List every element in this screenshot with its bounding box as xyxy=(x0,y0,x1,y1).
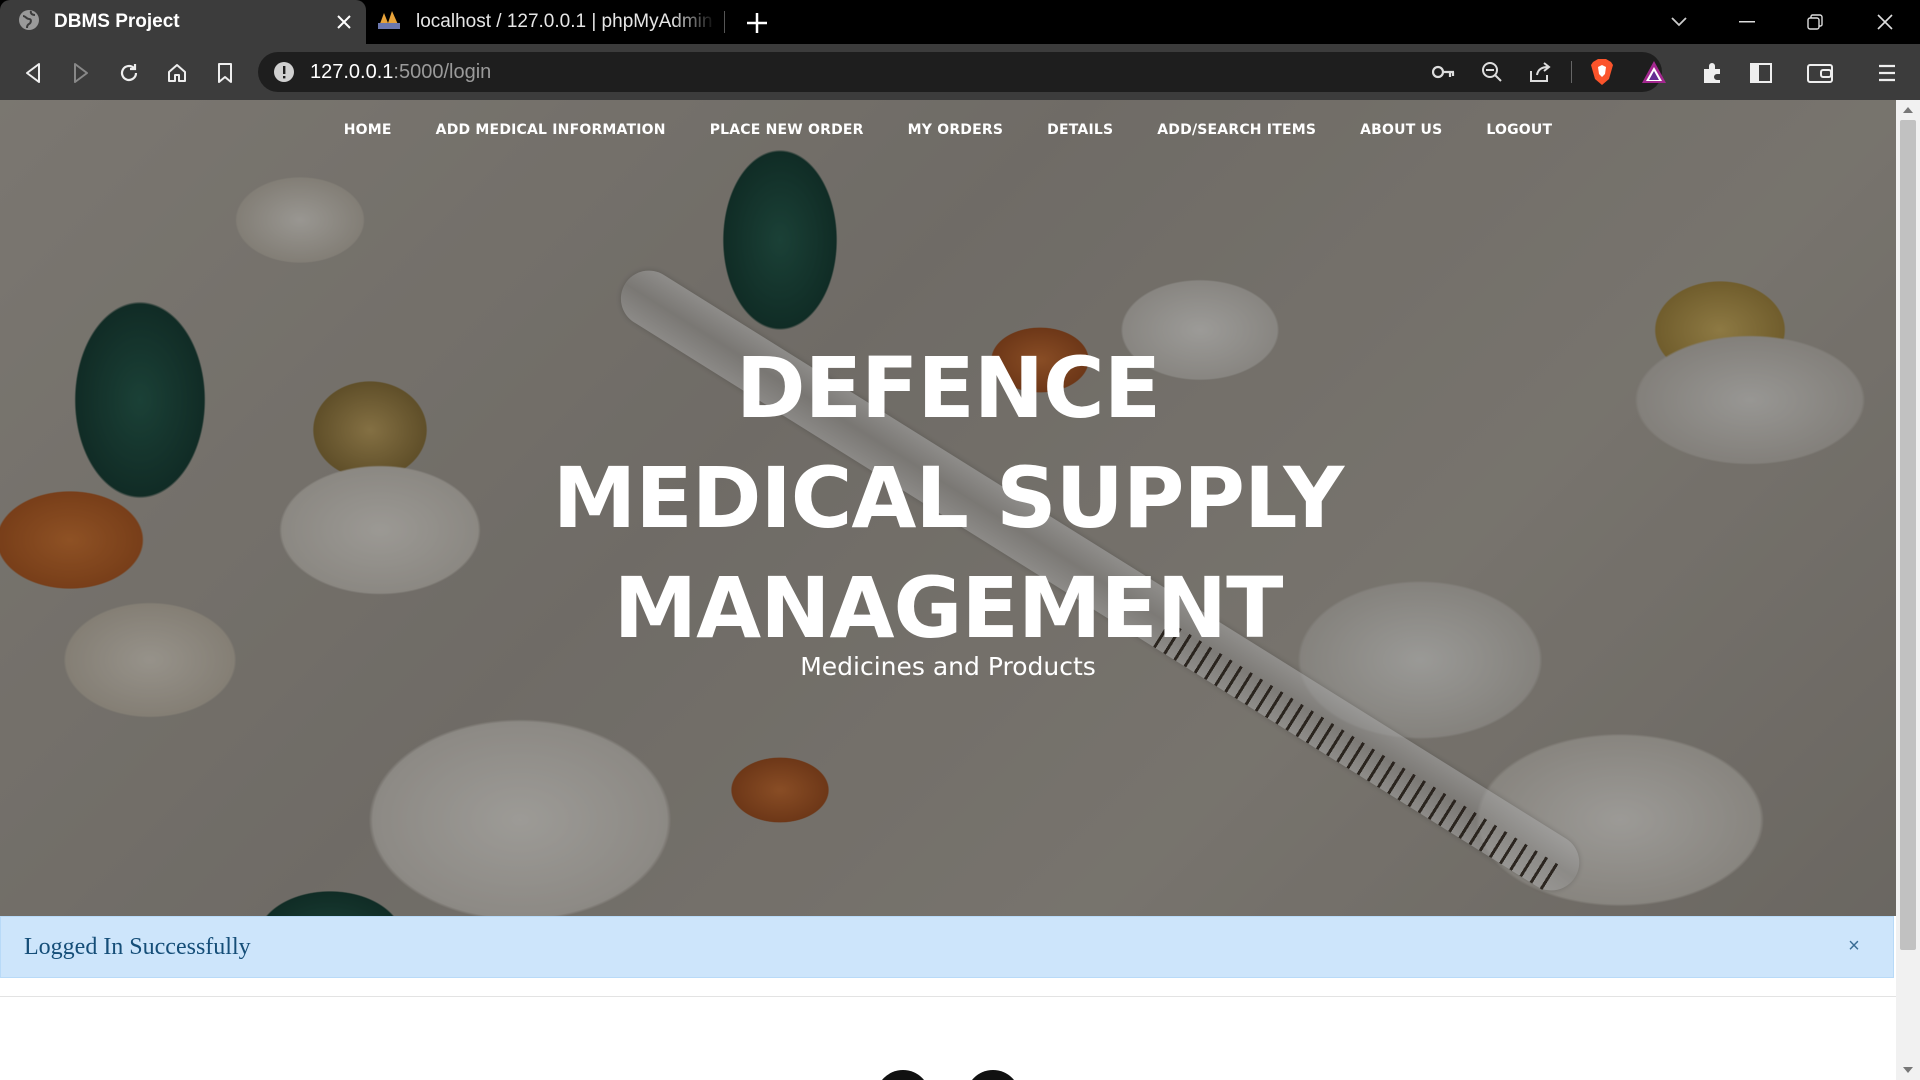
page-viewport: HOME ADD MEDICAL INFORMATION PLACE NEW O… xyxy=(0,100,1896,1080)
tab-strip: DBMS Project localhost / 127.0.0.1 | php… xyxy=(0,0,1920,44)
restore-icon[interactable] xyxy=(1795,6,1835,38)
url-path: :5000/login xyxy=(393,61,492,83)
back-icon[interactable] xyxy=(18,58,48,88)
scrollbar-thumb[interactable] xyxy=(1900,120,1916,950)
hero-title-line: MANAGEMENT xyxy=(613,559,1284,657)
nav-about-us[interactable]: ABOUT US xyxy=(1338,122,1464,138)
minimize-icon[interactable] xyxy=(1727,6,1767,38)
globe-icon xyxy=(18,9,40,36)
share-icon[interactable] xyxy=(1526,58,1554,86)
phpmyadmin-icon xyxy=(376,9,402,36)
extensions-icon[interactable] xyxy=(1698,58,1728,88)
nav-add-medical-information[interactable]: ADD MEDICAL INFORMATION xyxy=(414,122,688,138)
forward-icon[interactable] xyxy=(66,58,96,88)
hero-subtitle: Medicines and Products xyxy=(800,652,1096,681)
tab-title: localhost / 127.0.0.1 | phpMyAdmin 5. xyxy=(416,11,716,32)
nav-home[interactable]: HOME xyxy=(322,122,414,138)
nav-details[interactable]: DETAILS xyxy=(1025,122,1135,138)
nav-my-orders[interactable]: MY ORDERS xyxy=(886,122,1025,138)
close-window-icon[interactable] xyxy=(1865,6,1905,38)
url-host: 127.0.0.1 xyxy=(310,61,394,83)
site-info-icon[interactable] xyxy=(270,58,298,86)
url-text[interactable]: 127.0.0.1:5000/login xyxy=(310,52,491,92)
hero-title: DEFENCE MEDICAL SUPPLY MANAGEMENT xyxy=(448,333,1448,663)
tab-dbms-project[interactable]: DBMS Project xyxy=(0,0,366,44)
brave-shields-icon[interactable] xyxy=(1588,58,1616,86)
zoom-icon[interactable] xyxy=(1478,58,1506,86)
key-icon[interactable] xyxy=(1430,58,1458,86)
tab-title: DBMS Project xyxy=(54,11,180,32)
tab-close-icon[interactable] xyxy=(332,10,356,34)
home-icon[interactable] xyxy=(162,58,192,88)
scroll-down-icon[interactable] xyxy=(1902,1066,1914,1074)
hero-section: HOME ADD MEDICAL INFORMATION PLACE NEW O… xyxy=(0,100,1896,916)
nav-logout[interactable]: LOGOUT xyxy=(1464,122,1574,138)
toolbar-divider xyxy=(1571,61,1572,83)
nav-place-new-order[interactable]: PLACE NEW ORDER xyxy=(688,122,886,138)
bookmark-icon[interactable] xyxy=(210,58,240,88)
tab-phpmyadmin[interactable]: localhost / 127.0.0.1 | phpMyAdmin 5. xyxy=(366,0,724,44)
tab-divider xyxy=(724,11,725,33)
main-navbar: HOME ADD MEDICAL INFORMATION PLACE NEW O… xyxy=(0,100,1896,160)
browser-toolbar: 127.0.0.1:5000/login xyxy=(0,44,1920,100)
scroll-up-icon[interactable] xyxy=(1902,106,1914,114)
alert-close-icon[interactable]: × xyxy=(1839,931,1869,961)
social-icon[interactable] xyxy=(966,1070,1020,1080)
section-divider xyxy=(0,996,1896,997)
reload-icon[interactable] xyxy=(114,58,144,88)
hero-title-line: MEDICAL SUPPLY xyxy=(552,449,1344,547)
address-bar[interactable]: 127.0.0.1:5000/login xyxy=(258,52,1666,92)
sidebar-icon[interactable] xyxy=(1746,58,1776,88)
wallet-icon[interactable] xyxy=(1805,58,1835,88)
new-tab-icon[interactable] xyxy=(742,8,772,38)
tab-search-icon[interactable] xyxy=(1659,6,1699,38)
social-icon[interactable] xyxy=(876,1070,930,1080)
hero-title-line: DEFENCE xyxy=(735,339,1161,437)
success-alert: Logged In Successfully × xyxy=(0,916,1894,978)
nav-add-search-items[interactable]: ADD/SEARCH ITEMS xyxy=(1135,122,1338,138)
menu-icon[interactable] xyxy=(1872,58,1902,88)
brave-rewards-icon[interactable] xyxy=(1640,58,1668,86)
alert-message: Logged In Successfully xyxy=(24,934,251,960)
